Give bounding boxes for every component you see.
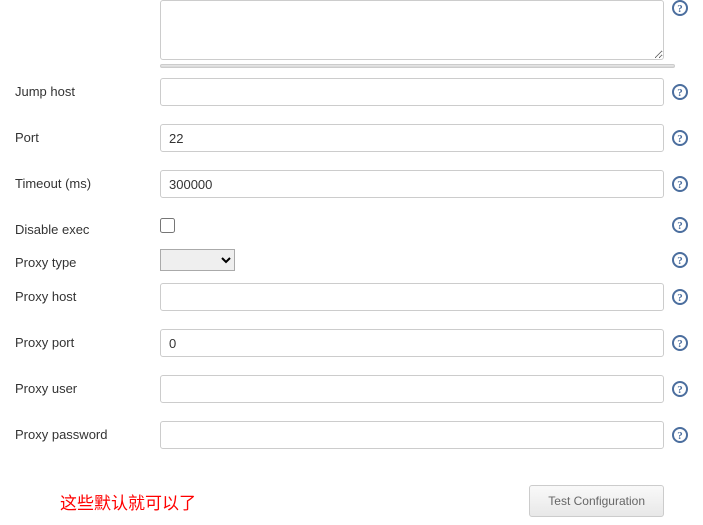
proxy-user-input[interactable] — [160, 375, 664, 403]
help-icon[interactable]: ? — [672, 427, 688, 443]
proxy-type-row: Proxy type ? — [15, 249, 688, 271]
proxy-port-input[interactable] — [160, 329, 664, 357]
proxy-password-row: Proxy password ? — [15, 421, 688, 449]
help-icon[interactable]: ? — [672, 335, 688, 351]
port-label: Port — [15, 124, 160, 145]
help-icon[interactable]: ? — [672, 289, 688, 305]
help-icon[interactable]: ? — [672, 252, 688, 268]
svg-text:?: ? — [677, 3, 683, 15]
port-input[interactable] — [160, 124, 664, 152]
svg-text:?: ? — [677, 133, 683, 145]
proxy-user-label: Proxy user — [15, 375, 160, 396]
help-icon[interactable]: ? — [672, 176, 688, 192]
disable-exec-label: Disable exec — [15, 216, 160, 237]
proxy-type-select[interactable] — [160, 249, 235, 271]
svg-text:?: ? — [677, 179, 683, 191]
proxy-type-label: Proxy type — [15, 249, 160, 270]
svg-text:?: ? — [677, 220, 683, 232]
svg-text:?: ? — [677, 255, 683, 267]
proxy-port-row: Proxy port ? — [15, 329, 688, 357]
svg-text:?: ? — [677, 430, 683, 442]
svg-text:?: ? — [677, 384, 683, 396]
disable-exec-row: Disable exec ? — [15, 216, 688, 237]
help-icon[interactable]: ? — [672, 217, 688, 233]
textarea-row: ? — [15, 0, 688, 60]
proxy-port-label: Proxy port — [15, 329, 160, 350]
form-container: ? Jump host ? Port ? Timeout (ms) ? — [0, 0, 703, 477]
svg-text:?: ? — [677, 292, 683, 304]
jump-host-input[interactable] — [160, 78, 664, 106]
bottom-row: 这些默认就可以了 Test Configuration — [0, 477, 703, 525]
svg-text:?: ? — [677, 338, 683, 350]
svg-text:?: ? — [677, 87, 683, 99]
proxy-password-input[interactable] — [160, 421, 664, 449]
proxy-host-row: Proxy host ? — [15, 283, 688, 311]
proxy-host-label: Proxy host — [15, 283, 160, 304]
help-icon[interactable]: ? — [672, 381, 688, 397]
annotation-note: 这些默认就可以了 — [60, 489, 196, 514]
help-icon[interactable]: ? — [672, 84, 688, 100]
timeout-row: Timeout (ms) ? — [15, 170, 688, 198]
disable-exec-checkbox[interactable] — [160, 218, 175, 233]
timeout-input[interactable] — [160, 170, 664, 198]
test-configuration-button[interactable]: Test Configuration — [529, 485, 664, 517]
port-row: Port ? — [15, 124, 688, 152]
jump-host-row: Jump host ? — [15, 78, 688, 106]
jump-host-label: Jump host — [15, 78, 160, 99]
timeout-label: Timeout (ms) — [15, 170, 160, 191]
help-icon[interactable]: ? — [672, 130, 688, 146]
resize-handle-bar[interactable] — [160, 64, 675, 68]
proxy-host-input[interactable] — [160, 283, 664, 311]
proxy-password-label: Proxy password — [15, 421, 160, 442]
help-icon[interactable]: ? — [672, 0, 688, 16]
description-textarea[interactable] — [160, 0, 664, 60]
proxy-user-row: Proxy user ? — [15, 375, 688, 403]
